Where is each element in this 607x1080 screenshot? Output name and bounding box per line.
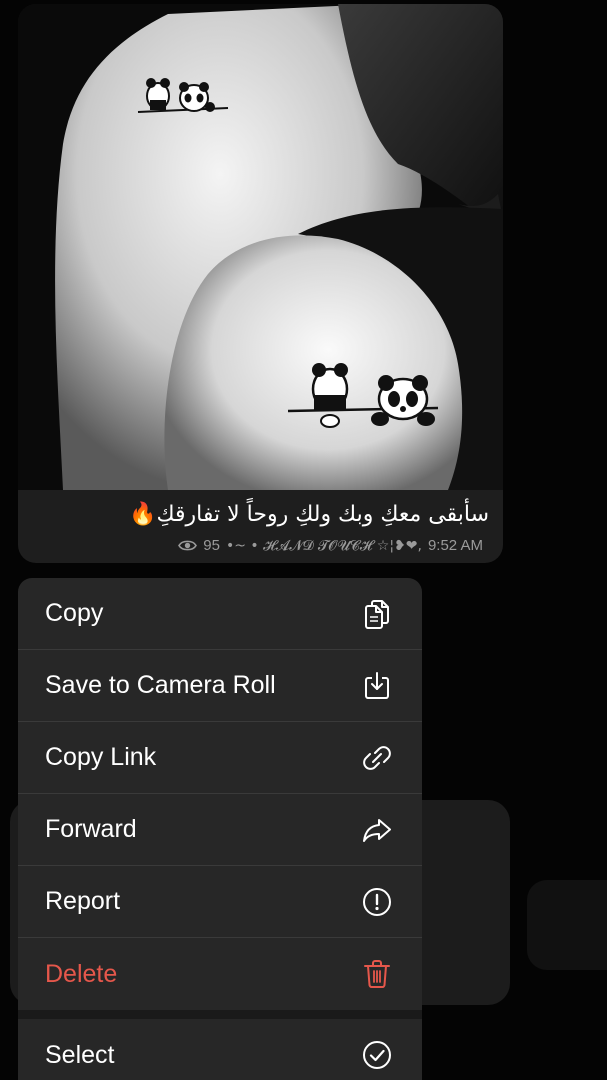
background-blurred-element [527,880,607,970]
view-count: 95 [203,537,220,554]
checkmark-circle-icon [360,1038,394,1072]
menu-item-copy-link[interactable]: Copy Link [18,722,422,794]
exclamation-circle-icon [360,885,394,919]
context-menu: Copy Save to Camera Roll Copy Link Forwa… [18,578,422,1080]
menu-item-copy[interactable]: Copy [18,578,422,650]
menu-item-label: Copy Link [45,743,157,771]
message-caption: سأبقى معكِ وبك ولكِ روحاً لا تفارقكِ🔥 [129,502,489,527]
trash-icon [360,957,394,991]
copy-icon [360,597,394,631]
menu-item-report[interactable]: Report [18,866,422,938]
menu-item-label: Delete [45,959,118,988]
message-time: 9:52 AM [427,537,483,554]
message-photo[interactable] [18,4,503,490]
eye-icon [178,539,198,552]
menu-item-label: Save to Camera Roll [45,671,276,699]
menu-item-label: Forward [45,815,137,843]
photo-illustration [18,4,503,490]
link-icon [360,741,394,775]
menu-item-label: Select [45,1040,115,1069]
menu-item-save-to-camera-roll[interactable]: Save to Camera Roll [18,650,422,722]
author-signature: •~ • 𝓗𝓐𝓝𝓓 𝓣𝓞𝓤𝓒𝓗 ☆¦❥❤, [225,537,422,554]
menu-item-label: Copy [45,599,104,627]
message-meta: 95 •~ • 𝓗𝓐𝓝𝓓 𝓣𝓞𝓤𝓒𝓗 ☆¦❥❤, 9:52 AM [178,537,483,554]
menu-separator [18,1010,422,1019]
message-bubble[interactable]: سأبقى معكِ وبك ولكِ روحاً لا تفارقكِ🔥 95… [18,4,503,563]
screen: سأبقى معكِ وبك ولكِ روحاً لا تفارقكِ🔥 95… [0,0,607,1080]
menu-item-select[interactable]: Select [18,1019,422,1080]
menu-item-label: Report [45,887,121,915]
save-download-icon [360,669,394,703]
forward-arrow-icon [360,813,394,847]
menu-item-delete[interactable]: Delete [18,938,422,1010]
menu-item-forward[interactable]: Forward [18,794,422,866]
